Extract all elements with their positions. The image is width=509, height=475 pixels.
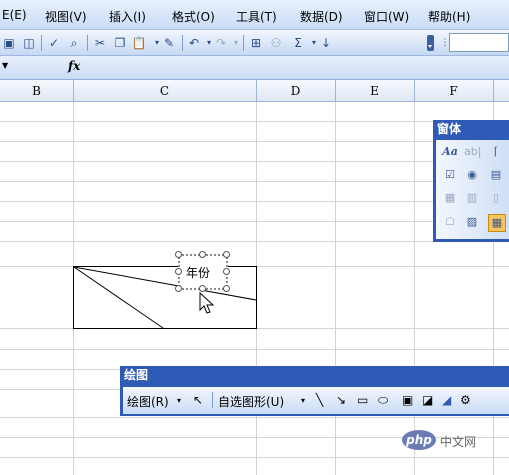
toolbar-separator: [87, 35, 88, 51]
forms-toolbar-body: Aa ab| ⌈ ☑ ◉ ▤ ▦ ▥ ▯ ☖ ▨ ▦: [436, 140, 509, 239]
autoshapes-menu-button[interactable]: 自选图形(U): [218, 393, 284, 410]
drawing-toolbar-title[interactable]: 绘图: [120, 366, 509, 385]
menu-bar: E(E) 视图(V) 插入(I) 格式(O) 工具(T) 数据(D) 窗口(W)…: [0, 0, 509, 30]
hyperlink-icon[interactable]: ⊞: [248, 35, 264, 51]
edit-code-icon[interactable]: ▨: [464, 214, 480, 230]
drawing-toolbar-body: 绘图(R) ▾ ↖ 自选图形(U) ▾ ╲ ↘ ▭ ⬭ ▣ ◪ ◢ ⚙: [123, 387, 509, 414]
toolbar-separator: [243, 35, 244, 51]
wordart-icon[interactable]: ◪: [422, 393, 433, 407]
name-box-dropdown-icon[interactable]: ▼: [2, 61, 8, 70]
toggle-grid-icon[interactable]: ▦: [488, 214, 506, 232]
column-header-f[interactable]: F: [414, 80, 494, 102]
menu-data[interactable]: 数据(D): [300, 8, 343, 25]
copy-icon[interactable]: ❐: [112, 35, 128, 51]
select-objects-icon[interactable]: ↖: [193, 393, 203, 407]
formula-input[interactable]: [88, 59, 509, 77]
resize-handle[interactable]: [175, 268, 182, 275]
redo-icon[interactable]: ↷: [213, 35, 229, 51]
forms-toolbar: 窗体 Aa ab| ⌈ ☑ ◉ ▤ ▦ ▥ ▯ ☖ ▨ ▦: [433, 120, 509, 242]
combo-list-icon[interactable]: ▦: [442, 190, 458, 206]
format-painter-icon[interactable]: ✎: [161, 35, 177, 51]
diagonal-header-cell[interactable]: [70, 262, 262, 334]
print-preview-icon[interactable]: ◫: [21, 35, 37, 51]
formula-bar: ▼ fx: [0, 56, 509, 80]
php-watermark: php 中文网: [402, 430, 504, 452]
column-gridline: [335, 102, 336, 475]
resize-handle[interactable]: [223, 251, 230, 258]
edit-box-icon[interactable]: ab|: [464, 144, 481, 160]
oval-icon[interactable]: ⬭: [378, 393, 388, 408]
rectangle-icon[interactable]: ▭: [357, 393, 368, 407]
column-header-c[interactable]: C: [73, 80, 257, 102]
column-header-row: B C D E F: [0, 80, 509, 102]
menu-edit[interactable]: E(E): [2, 8, 27, 22]
text-box-icon[interactable]: ▣: [402, 393, 413, 407]
menu-tools[interactable]: 工具(T): [236, 8, 277, 25]
resize-handle[interactable]: [199, 285, 206, 292]
menu-format[interactable]: 格式(O): [172, 8, 215, 25]
toolbar-separator: [182, 35, 183, 51]
spelling-icon[interactable]: ✓: [46, 35, 62, 51]
column-header-d[interactable]: D: [256, 80, 336, 102]
autosum-icon[interactable]: Σ: [290, 35, 306, 51]
research-icon[interactable]: ⌕: [66, 35, 82, 51]
redo-dropdown-icon[interactable]: ▾: [228, 35, 244, 51]
cut-icon[interactable]: ✂: [92, 35, 108, 51]
autoshapes-dropdown-icon[interactable]: ▾: [301, 396, 305, 405]
resize-handle[interactable]: [199, 251, 206, 258]
menu-insert[interactable]: 插入(I): [109, 8, 146, 25]
menu-help[interactable]: 帮助(H): [428, 8, 470, 25]
row-gridline: [0, 417, 509, 418]
checkbox-control-icon[interactable]: ☑: [442, 167, 458, 183]
column-gridline: [414, 102, 415, 475]
name-box[interactable]: ▼: [0, 59, 60, 77]
line-icon[interactable]: ╲: [316, 393, 323, 407]
resize-handle[interactable]: [175, 285, 182, 292]
watermark-text: 中文网: [440, 435, 477, 449]
mouse-pointer-icon: [199, 292, 215, 314]
undo-icon[interactable]: ↶: [186, 35, 202, 51]
menu-window[interactable]: 窗口(W): [364, 8, 409, 25]
header-cell-border: [73, 266, 257, 329]
standard-toolbar: ▣ ◫ ✓ ⌕ ✂ ❐ 📋 ▾ ✎ ↶ ▾ ↷ ▾ ⊞ ⚇ Σ ▾ ↓ ⋮: [0, 30, 509, 56]
row-gridline: [0, 457, 509, 458]
sort-ascending-icon[interactable]: ↓: [318, 35, 334, 51]
option-button-icon[interactable]: ◉: [464, 167, 480, 183]
resize-handle[interactable]: [175, 251, 182, 258]
column-header-b[interactable]: B: [0, 80, 74, 102]
zoom-field[interactable]: [449, 33, 509, 52]
insert-function-icon[interactable]: fx: [68, 59, 80, 73]
draw-menu-button[interactable]: 绘图(R): [127, 393, 169, 410]
clip-art-icon[interactable]: ⚙: [460, 393, 471, 407]
php-logo: php: [402, 430, 436, 450]
paste-icon[interactable]: 📋: [131, 35, 147, 51]
draw-menu-dropdown-icon[interactable]: ▾: [177, 396, 181, 405]
scroll-bar-control-icon[interactable]: ▯: [488, 190, 504, 206]
group-box-icon[interactable]: ⌈: [488, 144, 504, 160]
combo-dropdown-icon[interactable]: ▥: [464, 190, 480, 206]
control-properties-icon[interactable]: ☖: [442, 214, 458, 230]
list-box-icon[interactable]: ▤: [488, 167, 504, 183]
row-gridline: [0, 349, 509, 350]
toolbar-separator: [41, 35, 42, 51]
toolbar-options-icon[interactable]: [427, 35, 434, 51]
arrow-icon[interactable]: ↘: [336, 393, 346, 407]
resize-handle[interactable]: [223, 268, 230, 275]
forms-toolbar-title[interactable]: 窗体: [433, 120, 509, 139]
label-control-icon[interactable]: Aa: [442, 144, 458, 160]
column-header-e[interactable]: E: [335, 80, 415, 102]
resize-handle[interactable]: [223, 285, 230, 292]
save-icon[interactable]: ▣: [1, 35, 17, 51]
menu-view[interactable]: 视图(V): [45, 8, 87, 25]
diagonal-line-lower[interactable]: [73, 266, 164, 329]
diagram-icon[interactable]: ◢: [442, 393, 451, 407]
toolbar-separator: [212, 392, 213, 408]
text-box-label: 年份: [186, 266, 211, 280]
drawing-toolbar: 绘图 绘图(R) ▾ ↖ 自选图形(U) ▾ ╲ ↘ ▭ ⬭ ▣ ◪ ◢ ⚙: [120, 366, 509, 416]
sharing-icon[interactable]: ⚇: [268, 35, 284, 51]
